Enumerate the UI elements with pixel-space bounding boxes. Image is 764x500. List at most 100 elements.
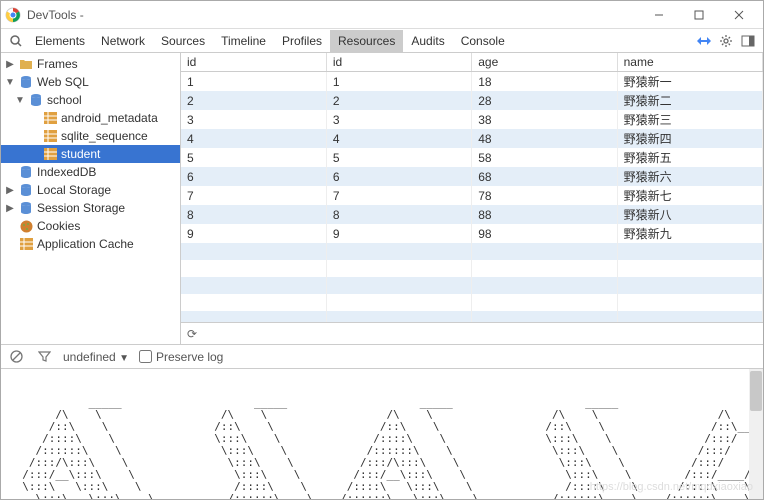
table-cell: 2 [181,91,326,110]
table-cell: 1 [326,72,471,92]
tab-timeline[interactable]: Timeline [213,30,274,52]
table-cell: 野猿新九 [617,224,762,243]
table-cell: 7 [181,186,326,205]
table-row[interactable]: 7778野猿新七 [181,186,763,205]
table-cell: 野猿新八 [617,205,762,224]
tree-node-web-sql[interactable]: ▼Web SQL [1,73,180,91]
console-toolbar: undefined ▼ Preserve log [1,345,763,369]
table-row-empty [181,311,763,322]
column-header[interactable]: id [181,53,326,72]
disclosure-triangle[interactable]: ▼ [15,95,25,106]
tab-audits[interactable]: Audits [403,30,452,52]
table-cell: 28 [472,91,617,110]
table-cell: 2 [326,91,471,110]
devtools-toolbar: ElementsNetworkSourcesTimelineProfilesRe… [1,29,763,53]
table-row-empty [181,294,763,311]
dock-icon[interactable] [737,30,759,52]
table-icon [43,147,57,161]
table-cell: 5 [181,148,326,167]
tree-node-indexeddb[interactable]: IndexedDB [1,163,180,181]
table-row[interactable]: 8888野猿新八 [181,205,763,224]
minimize-button[interactable] [639,4,679,26]
table-cell: 98 [472,224,617,243]
tree-node-sqlite_sequence[interactable]: sqlite_sequence [1,127,180,145]
tab-profiles[interactable]: Profiles [274,30,330,52]
tree-node-cookies[interactable]: Cookies [1,217,180,235]
tree-label: student [61,147,100,161]
table-cell: 38 [472,110,617,129]
table-row[interactable]: 5558野猿新五 [181,148,763,167]
column-header[interactable]: age [472,53,617,72]
tree-node-local-storage[interactable]: ▶Local Storage [1,181,180,199]
tab-network[interactable]: Network [93,30,153,52]
table-row[interactable]: 1118野猿新一 [181,72,763,92]
column-header[interactable]: name [617,53,762,72]
tree-node-session-storage[interactable]: ▶ Session Storage [1,199,180,217]
console-scrollbar[interactable] [749,369,763,499]
tree-node-frames[interactable]: ▶ Frames [1,55,180,73]
table-cell: 8 [326,205,471,224]
disclosure-triangle[interactable]: ▼ [5,77,15,88]
table-cell: 3 [181,110,326,129]
table-row-empty [181,277,763,294]
preserve-log-checkbox[interactable]: Preserve log [139,350,223,364]
tree-label: IndexedDB [37,165,96,179]
table-cell: 1 [181,72,326,92]
data-grid[interactable]: ididagename 1118野猿新一2228野猿新二3338野猿新三4448… [181,53,763,322]
close-button[interactable] [719,4,759,26]
folder-icon [19,57,33,71]
table-cell: 野猿新四 [617,129,762,148]
table-row-empty [181,260,763,277]
table-row-empty [181,243,763,260]
table-row[interactable]: 2228野猿新二 [181,91,763,110]
tree-label: Frames [37,57,78,71]
table-cell: 68 [472,167,617,186]
resources-sidebar[interactable]: ▶ Frames ▼Web SQL▼schoolandroid_metadatasq… [1,53,181,344]
table-cell: 88 [472,205,617,224]
table-cell: 野猿新五 [617,148,762,167]
context-selector[interactable]: undefined ▼ [63,350,129,364]
table-cell: 5 [326,148,471,167]
table-cell: 7 [326,186,471,205]
maximize-button[interactable] [679,4,719,26]
disclosure-triangle[interactable]: ▶ [5,203,15,214]
db-icon [19,183,33,197]
table-row[interactable]: 3338野猿新三 [181,110,763,129]
window-titlebar: DevTools - [1,1,763,29]
tree-node-android_metadata[interactable]: android_metadata [1,109,180,127]
console-ascii-art: _____ _____ _____ _____ _____ _____ /\ \… [9,396,763,499]
refresh-icon[interactable]: ⟳ [187,327,197,341]
search-icon[interactable] [5,30,27,52]
table-cell: 4 [181,129,326,148]
settings-gear-icon[interactable] [715,30,737,52]
tab-elements[interactable]: Elements [27,30,93,52]
table-row[interactable]: 4448野猿新四 [181,129,763,148]
clear-console-icon[interactable] [7,348,25,366]
console-output[interactable]: _____ _____ _____ _____ _____ _____ /\ \… [1,369,763,499]
table-cell: 野猿新二 [617,91,762,110]
window-title: DevTools - [27,8,639,22]
tab-resources[interactable]: Resources [330,30,403,52]
tab-console[interactable]: Console [453,30,513,52]
table-cell: 9 [181,224,326,243]
table-icon [19,237,33,251]
tree-node-student[interactable]: student [1,145,180,163]
column-header[interactable]: id [326,53,471,72]
tree-node-school[interactable]: ▼school [1,91,180,109]
tree-label: Session Storage [37,201,125,215]
table-panel: ididagename 1118野猿新一2228野猿新二3338野猿新三4448… [181,53,763,344]
disclosure-triangle[interactable]: ▶ [5,185,15,196]
table-cell: 48 [472,129,617,148]
tab-sources[interactable]: Sources [153,30,213,52]
filter-icon[interactable] [35,348,53,366]
tree-node-application-cache[interactable]: Application Cache [1,235,180,253]
db-icon [29,93,43,107]
table-cell: 野猿新六 [617,167,762,186]
table-row[interactable]: 9998野猿新九 [181,224,763,243]
toggle-drawer-icon[interactable] [693,30,715,52]
table-cell: 6 [181,167,326,186]
tree-label: Cookies [37,219,80,233]
tree-label: sqlite_sequence [61,129,148,143]
table-row[interactable]: 6668野猿新六 [181,167,763,186]
disclosure-triangle[interactable]: ▶ [5,59,15,70]
